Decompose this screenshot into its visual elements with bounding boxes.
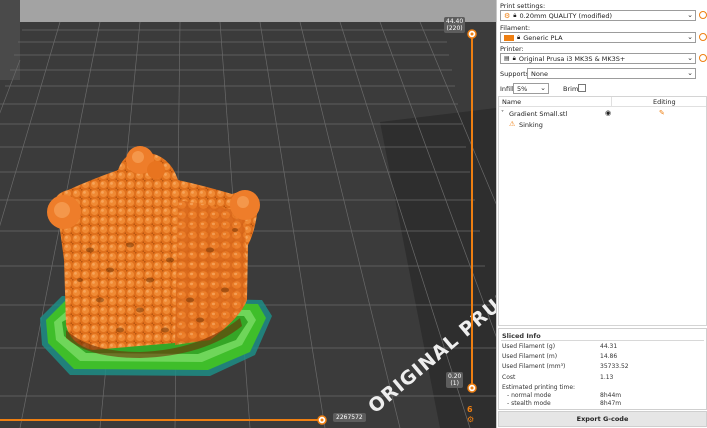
edit-preset-icon[interactable] — [699, 54, 707, 62]
filament-weight-value: 44.31 — [600, 343, 618, 350]
chevron-down-icon: ⌄ — [687, 69, 693, 77]
cog-icon: ⚙ — [504, 11, 511, 20]
bottom-layer-height: 0.20 — [448, 373, 462, 380]
filament-label: Filament: — [500, 24, 531, 32]
stealth-mode-value: 8h47m — [600, 400, 622, 407]
chevron-down-icon: ⌄ — [687, 33, 693, 41]
sidebar-panel: Print settings: ⚙ 🔒︎ 0.20mm QUALITY (mod… — [496, 0, 707, 428]
filament-length-label: Used Filament (m) — [502, 353, 558, 360]
edit-preset-icon[interactable] — [699, 33, 707, 41]
filament-value: Generic PLA — [523, 33, 563, 42]
print-time-title: Estimated printing time: — [502, 384, 576, 391]
filament-volume-label: Used Filament (mm³) — [502, 363, 566, 370]
warning-icon: ⚠ — [509, 120, 516, 128]
printer-icon: ▤ — [504, 55, 510, 62]
export-gcode-button[interactable]: Export G-code — [498, 411, 707, 427]
list-item[interactable]: ˅ Gradient Small.stl ◉ ✎ — [501, 109, 706, 120]
3d-scene[interactable]: ORIGINAL PRUS 6 ⚙ — [0, 0, 496, 428]
svg-text:⚙: ⚙ — [467, 415, 474, 424]
filament-length-value: 14.86 — [600, 353, 618, 360]
layer-slider-bottom-label: 0.20 (1) — [446, 372, 464, 388]
filament-color-swatch — [504, 34, 514, 41]
edit-preset-icon[interactable] — [699, 11, 707, 19]
cost-value: 1.13 — [600, 374, 614, 381]
divider — [501, 340, 704, 341]
bottom-layer-number: (1) — [450, 380, 459, 387]
normal-mode-label: - normal mode — [507, 392, 552, 399]
move-slider-label: 2267572 — [333, 413, 366, 422]
printer-value: Original Prusa i3 MK3S & MK3S+ — [518, 54, 626, 63]
normal-mode-value: 8h44m — [600, 392, 622, 399]
lock-icon: 🔒︎ — [517, 33, 521, 41]
column-editing-header: Editing — [653, 98, 676, 106]
supports-value: None — [531, 69, 548, 78]
infill-value: 5% — [517, 84, 528, 93]
top-layer-number: (220) — [446, 25, 463, 32]
3d-viewport[interactable]: ORIGINAL PRUS 6 ⚙ 44.40 (220) 0.20 (1) 2… — [0, 0, 496, 428]
object-name: Gradient Small.stl — [509, 110, 568, 118]
column-name-header: Name — [502, 98, 522, 106]
chevron-down-icon[interactable]: ˅ — [501, 110, 504, 117]
printer-label: Printer: — [500, 45, 524, 53]
lock-icon: 🔒︎ — [512, 54, 516, 62]
filament-volume-value: 35733.52 — [600, 363, 629, 370]
print-settings-value: 0.20mm QUALITY (modified) — [519, 11, 613, 20]
infill-combo[interactable]: 5% ⌄ — [513, 83, 549, 94]
chevron-down-icon: ⌄ — [687, 11, 693, 19]
cost-label: Cost — [502, 374, 516, 381]
sinking-label: Sinking — [519, 121, 543, 129]
filament-combo[interactable]: 🔒︎ Generic PLA ⌄ — [500, 32, 696, 43]
chevron-down-icon: ⌄ — [540, 84, 546, 92]
object-list[interactable]: Name Editing ˅ Gradient Small.stl ◉ ✎ ⚠ … — [498, 96, 707, 326]
printer-combo[interactable]: ▤ 🔒︎ Original Prusa i3 MK3S & MK3S+ ⌄ — [500, 53, 696, 64]
list-item[interactable]: ⚠ Sinking — [509, 120, 699, 131]
layer-slider-top-label: 44.40 (220) — [444, 17, 466, 33]
print-settings-label: Print settings: — [500, 2, 546, 10]
sliced-info-title: Sliced Info — [502, 332, 541, 340]
sliced-info-panel: Sliced Info Used Filament (g) 44.31 Used… — [498, 328, 707, 410]
print-settings-combo[interactable]: ⚙ 🔒︎ 0.20mm QUALITY (modified) ⌄ — [500, 10, 696, 21]
lock-icon: 🔒︎ — [513, 11, 517, 19]
column-divider — [611, 97, 612, 106]
supports-combo[interactable]: None ⌄ — [527, 68, 696, 79]
chevron-down-icon: ⌄ — [687, 54, 693, 62]
filament-weight-label: Used Filament (g) — [502, 343, 556, 350]
brim-checkbox[interactable] — [578, 84, 586, 92]
stealth-mode-label: - stealth mode — [507, 400, 551, 407]
object-list-header: Name Editing — [499, 97, 706, 107]
edit-icon[interactable]: ✎ — [659, 109, 665, 117]
eye-icon[interactable]: ◉ — [605, 109, 611, 117]
top-layer-height: 44.40 — [446, 18, 464, 25]
svg-text:6: 6 — [467, 405, 473, 414]
